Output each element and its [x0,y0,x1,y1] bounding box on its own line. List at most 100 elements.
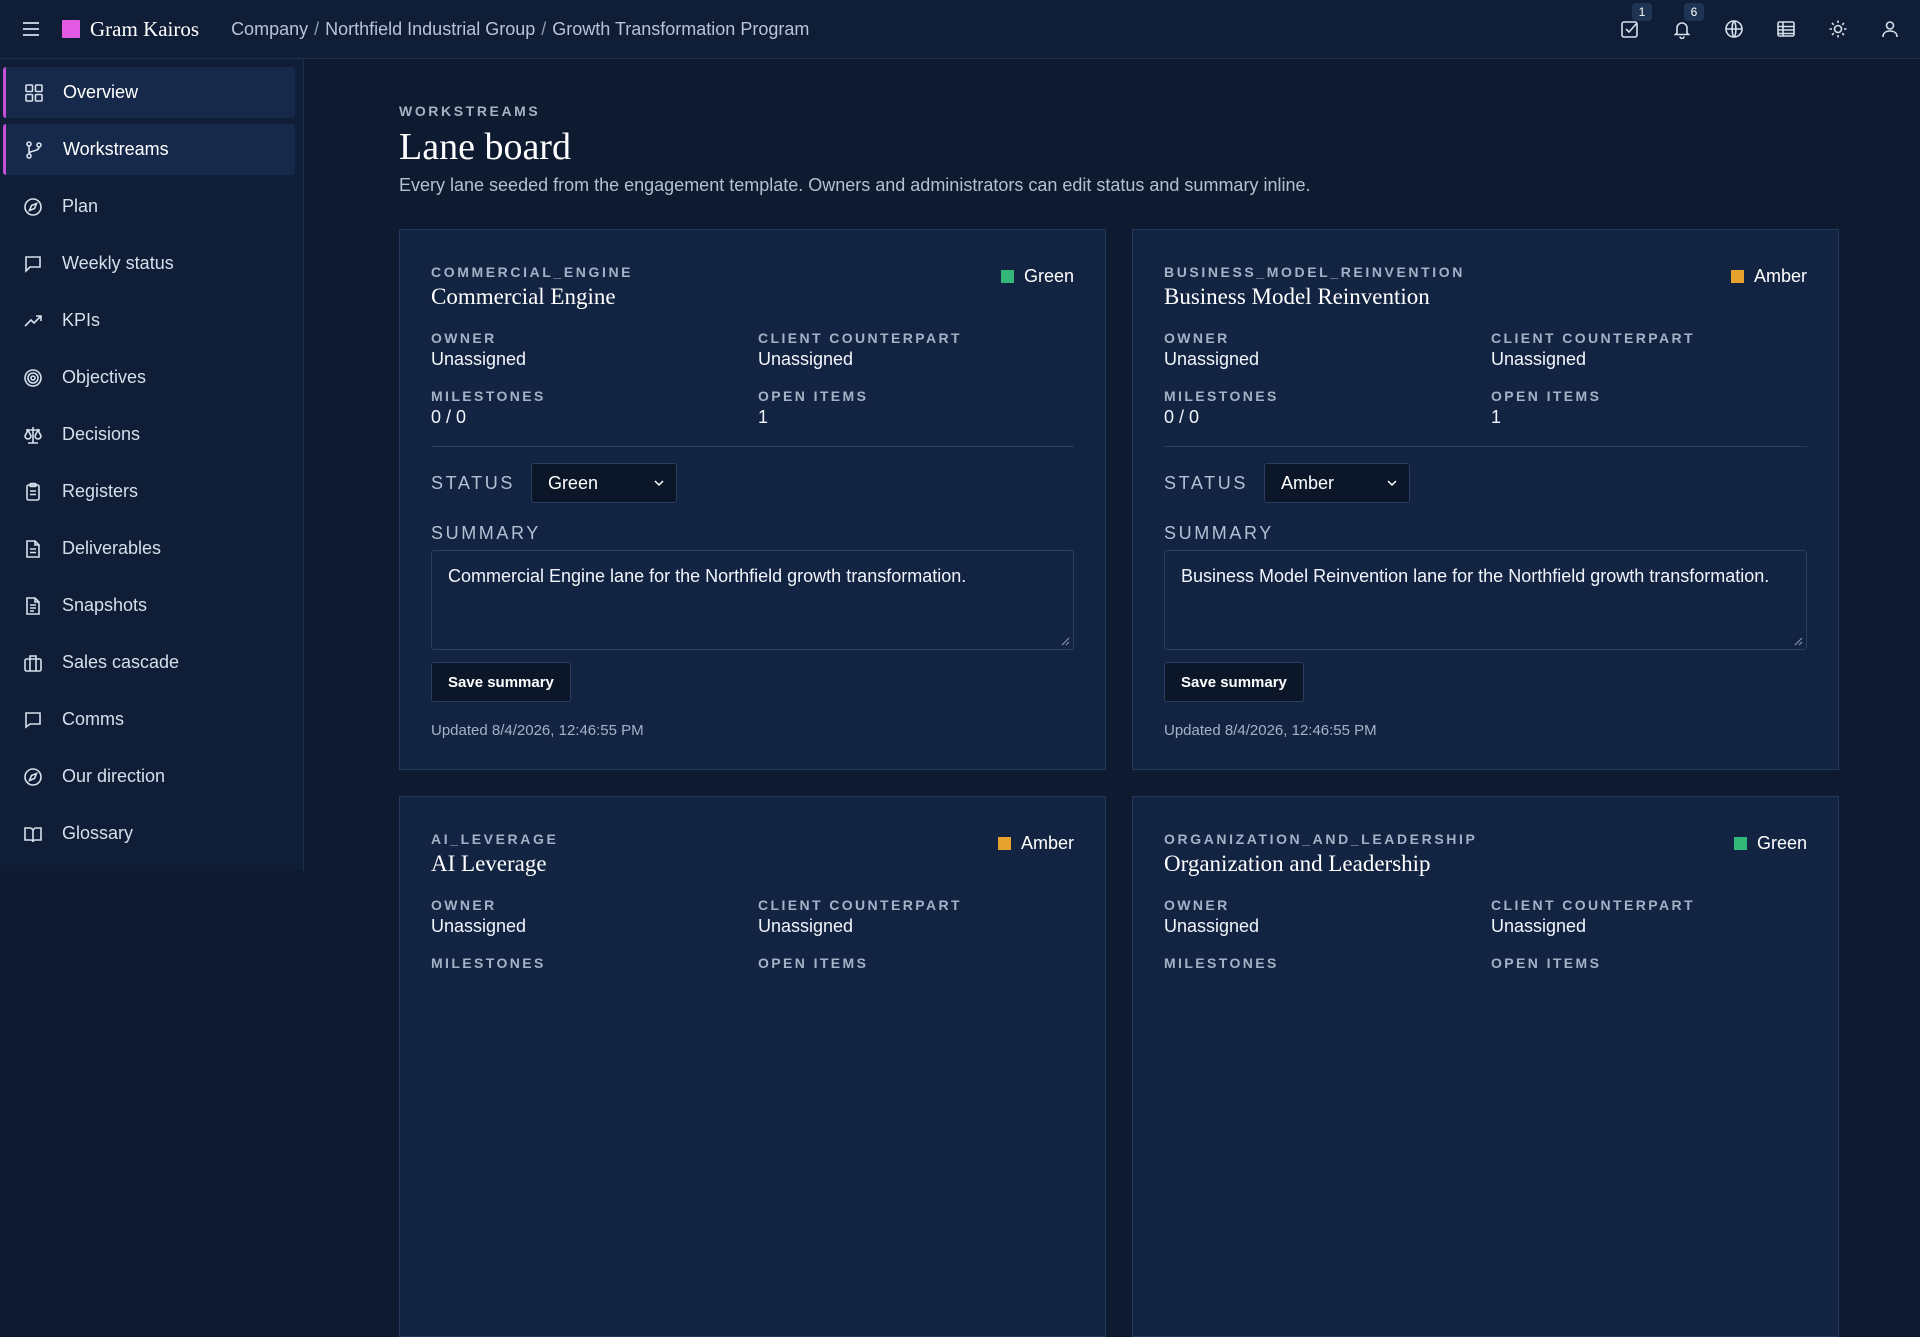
client-counterpart-value: Unassigned [758,916,1085,937]
status-select[interactable]: Amber [1264,463,1410,503]
lane-card: AI_LEVERAGE AI Leverage Amber OWNERUnass… [399,796,1106,1337]
breadcrumb-item[interactable]: Northfield Industrial Group [325,19,535,40]
sidebar-item-label: KPIs [62,310,100,331]
sidebar-item-label: Our direction [62,766,165,787]
resize-handle-icon[interactable] [1793,636,1803,646]
lane-code: COMMERCIAL_ENGINE [431,264,633,280]
sidebar-item-glossary[interactable]: Glossary [3,808,295,859]
notifications-badge: 6 [1684,3,1704,21]
lane-code: ORGANIZATION_AND_LEADERSHIP [1164,831,1477,847]
breadcrumb-item[interactable]: Company [231,19,308,40]
sidebar-item-label: Deliverables [62,538,161,559]
sidebar-item-sales-cascade[interactable]: Sales cascade [3,637,295,688]
branch-icon [23,139,45,161]
lane-card: BUSINESS_MODEL_REINVENTION Business Mode… [1132,229,1839,770]
chevron-down-icon [652,476,666,490]
sidebar-item-kpis[interactable]: KPIs [3,295,295,346]
tasks-button[interactable]: 1 [1614,7,1646,51]
main-content: WORKSTREAMS Lane board Every lane seeded… [304,59,1920,980]
page-eyebrow: WORKSTREAMS [399,103,1920,119]
open-items-value: 1 [758,407,1085,428]
status-label: STATUS [1164,473,1248,494]
breadcrumb-item[interactable]: Growth Transformation Program [552,19,809,40]
client-counterpart-value: Unassigned [1491,916,1818,937]
status-dot [1731,270,1744,283]
lane-name: AI Leverage [431,851,558,877]
lane-name: Commercial Engine [431,284,633,310]
menu-button[interactable] [0,7,62,51]
globe-icon [1724,19,1744,39]
sidebar-item-plan[interactable]: Plan [3,181,295,232]
status-label: STATUS [431,473,515,494]
updated-timestamp: Updated 8/4/2026, 12:46:55 PM [1164,722,1807,739]
owner-value: Unassigned [431,349,758,370]
lane-code: BUSINESS_MODEL_REINVENTION [1164,264,1465,280]
lane-code: AI_LEVERAGE [431,831,558,847]
file-icon [22,538,44,560]
page-description: Every lane seeded from the engagement te… [399,175,1920,196]
brand-logo [62,20,80,38]
owner-value: Unassigned [431,916,758,937]
resize-handle-icon[interactable] [1060,636,1070,646]
data-button[interactable] [1770,7,1802,51]
status-badge: Amber [998,833,1074,854]
status-dot [1734,837,1747,850]
owner-value: Unassigned [1164,349,1491,370]
brand-name: Gram Kairos [90,17,199,42]
grid-icon [23,82,45,104]
target-icon [22,367,44,389]
bell-icon [1672,19,1692,39]
profile-button[interactable] [1874,7,1906,51]
open-items-value: 1 [1491,407,1818,428]
sidebar-item-label: Plan [62,196,98,217]
sidebar-item-objectives[interactable]: Objectives [3,352,295,403]
scale-icon [22,424,44,446]
compass-icon [22,766,44,788]
chevron-down-icon [1385,476,1399,490]
client-counterpart-value: Unassigned [1491,349,1818,370]
sidebar-item-label: Glossary [62,823,133,844]
client-counterpart-value: Unassigned [758,349,1085,370]
table-icon [1776,19,1796,39]
status-select[interactable]: Green [531,463,677,503]
status-badge: Amber [1731,266,1807,287]
sidebar-item-weekly-status[interactable]: Weekly status [3,238,295,289]
sidebar-item-label: Registers [62,481,138,502]
summary-textarea[interactable]: Commercial Engine lane for the Northfiel… [431,550,1074,650]
sidebar-item-comms[interactable]: Comms [3,694,295,745]
lane-name: Business Model Reinvention [1164,284,1465,310]
breadcrumb: Company / Northfield Industrial Group / … [231,19,809,40]
briefcase-icon [22,652,44,674]
trending-up-icon [22,310,44,332]
sidebar-item-snapshots[interactable]: Snapshots [3,580,295,631]
clipboard-icon [22,481,44,503]
status-dot [998,837,1011,850]
chat-icon [22,253,44,275]
language-button[interactable] [1718,7,1750,51]
lane-card: ORGANIZATION_AND_LEADERSHIP Organization… [1132,796,1839,1337]
divider [431,446,1074,447]
sidebar-item-decisions[interactable]: Decisions [3,409,295,460]
sidebar-item-registers[interactable]: Registers [3,466,295,517]
page-title: Lane board [399,125,1920,169]
notifications-button[interactable]: 6 [1666,7,1698,51]
tasks-badge: 1 [1632,3,1652,21]
save-summary-button[interactable]: Save summary [431,662,571,702]
hamburger-icon [22,21,40,37]
sidebar-item-label: Snapshots [62,595,147,616]
summary-textarea[interactable]: Business Model Reinvention lane for the … [1164,550,1807,650]
divider [1164,446,1807,447]
user-icon [1880,19,1900,39]
compass-icon [22,196,44,218]
lane-card: COMMERCIAL_ENGINE Commercial Engine Gree… [399,229,1106,770]
theme-toggle[interactable] [1822,7,1854,51]
save-summary-button[interactable]: Save summary [1164,662,1304,702]
brand[interactable]: Gram Kairos [62,17,199,42]
sidebar-item-overview[interactable]: Overview [3,67,295,118]
sun-icon [1828,19,1848,39]
sidebar-item-our-direction[interactable]: Our direction [3,751,295,802]
sidebar-item-workstreams[interactable]: Workstreams [3,124,295,175]
sidebar-item-deliverables[interactable]: Deliverables [3,523,295,574]
sidebar-item-label: Comms [62,709,124,730]
check-square-icon [1620,19,1640,39]
